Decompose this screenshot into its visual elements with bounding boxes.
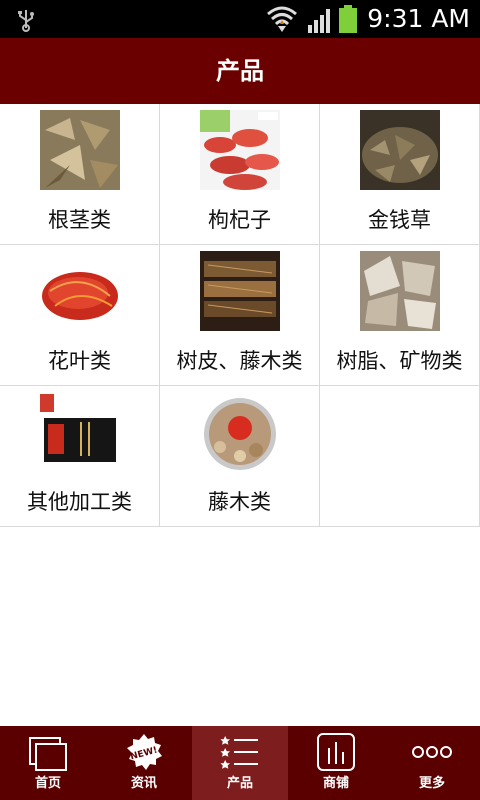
- tab-home[interactable]: 首页: [0, 726, 96, 800]
- clock: 9:31 AM: [367, 4, 470, 33]
- tab-shop[interactable]: 商铺: [288, 726, 384, 800]
- usb-icon: [18, 10, 34, 32]
- tab-label: 商铺: [322, 776, 349, 791]
- category-item-vines[interactable]: 藤木类: [160, 386, 320, 527]
- tab-label: 首页: [34, 776, 61, 791]
- mineral-chunks-image: [360, 251, 440, 331]
- more-dots-icon: [412, 746, 452, 758]
- category-label: 藤木类: [208, 490, 271, 514]
- category-label: 根茎类: [48, 208, 111, 232]
- tab-products[interactable]: 产品: [192, 726, 288, 800]
- category-item-bark[interactable]: 树皮、藤木类: [160, 245, 320, 386]
- battery-icon: [339, 5, 357, 33]
- dried-root-slices-image: [40, 110, 120, 190]
- sliced-herb-jar-image: [200, 392, 280, 472]
- news-badge-icon: NEW!: [127, 734, 162, 770]
- wifi-icon: [267, 6, 297, 32]
- goji-berries-image: [200, 110, 280, 190]
- tab-news[interactable]: NEW! 资讯: [96, 726, 192, 800]
- category-grid: 根茎类 枸杞子 金钱草 花叶类 树皮、藤木类 树脂、矿物类 其他加工类 藤木类: [0, 104, 480, 527]
- category-item-resin-mineral[interactable]: 树脂、矿物类: [320, 245, 480, 386]
- tab-label: 产品: [226, 776, 253, 791]
- tab-more[interactable]: 更多: [384, 726, 480, 800]
- category-item-herb[interactable]: 金钱草: [320, 104, 480, 245]
- signal-icon: [308, 9, 330, 33]
- product-box-image: [40, 392, 120, 472]
- tab-label: 资讯: [130, 776, 157, 791]
- shop-chart-icon: [317, 733, 355, 771]
- empty-cell: [320, 386, 480, 527]
- category-label: 花叶类: [48, 349, 111, 373]
- list-icon: [220, 736, 258, 769]
- category-label: 金钱草: [368, 208, 431, 232]
- page-title: 产品: [0, 38, 480, 104]
- tab-label: 更多: [418, 776, 445, 791]
- category-label: 树脂、矿物类: [336, 349, 463, 373]
- dried-herb-image: [360, 110, 440, 190]
- home-icon: [29, 737, 67, 771]
- bark-strips-image: [200, 251, 280, 331]
- category-label: 其他加工类: [27, 490, 132, 514]
- bottom-tab-bar: 首页 NEW! 资讯 产品 商铺 更多: [0, 726, 480, 800]
- category-label: 树皮、藤木类: [176, 349, 303, 373]
- category-item-processed[interactable]: 其他加工类: [0, 386, 160, 527]
- status-bar: 9:31 AM: [0, 0, 480, 38]
- saffron-threads-image: [40, 251, 120, 331]
- category-item-flowers-leaves[interactable]: 花叶类: [0, 245, 160, 386]
- category-item-roots[interactable]: 根茎类: [0, 104, 160, 245]
- category-label: 枸杞子: [208, 208, 271, 232]
- category-item-goji[interactable]: 枸杞子: [160, 104, 320, 245]
